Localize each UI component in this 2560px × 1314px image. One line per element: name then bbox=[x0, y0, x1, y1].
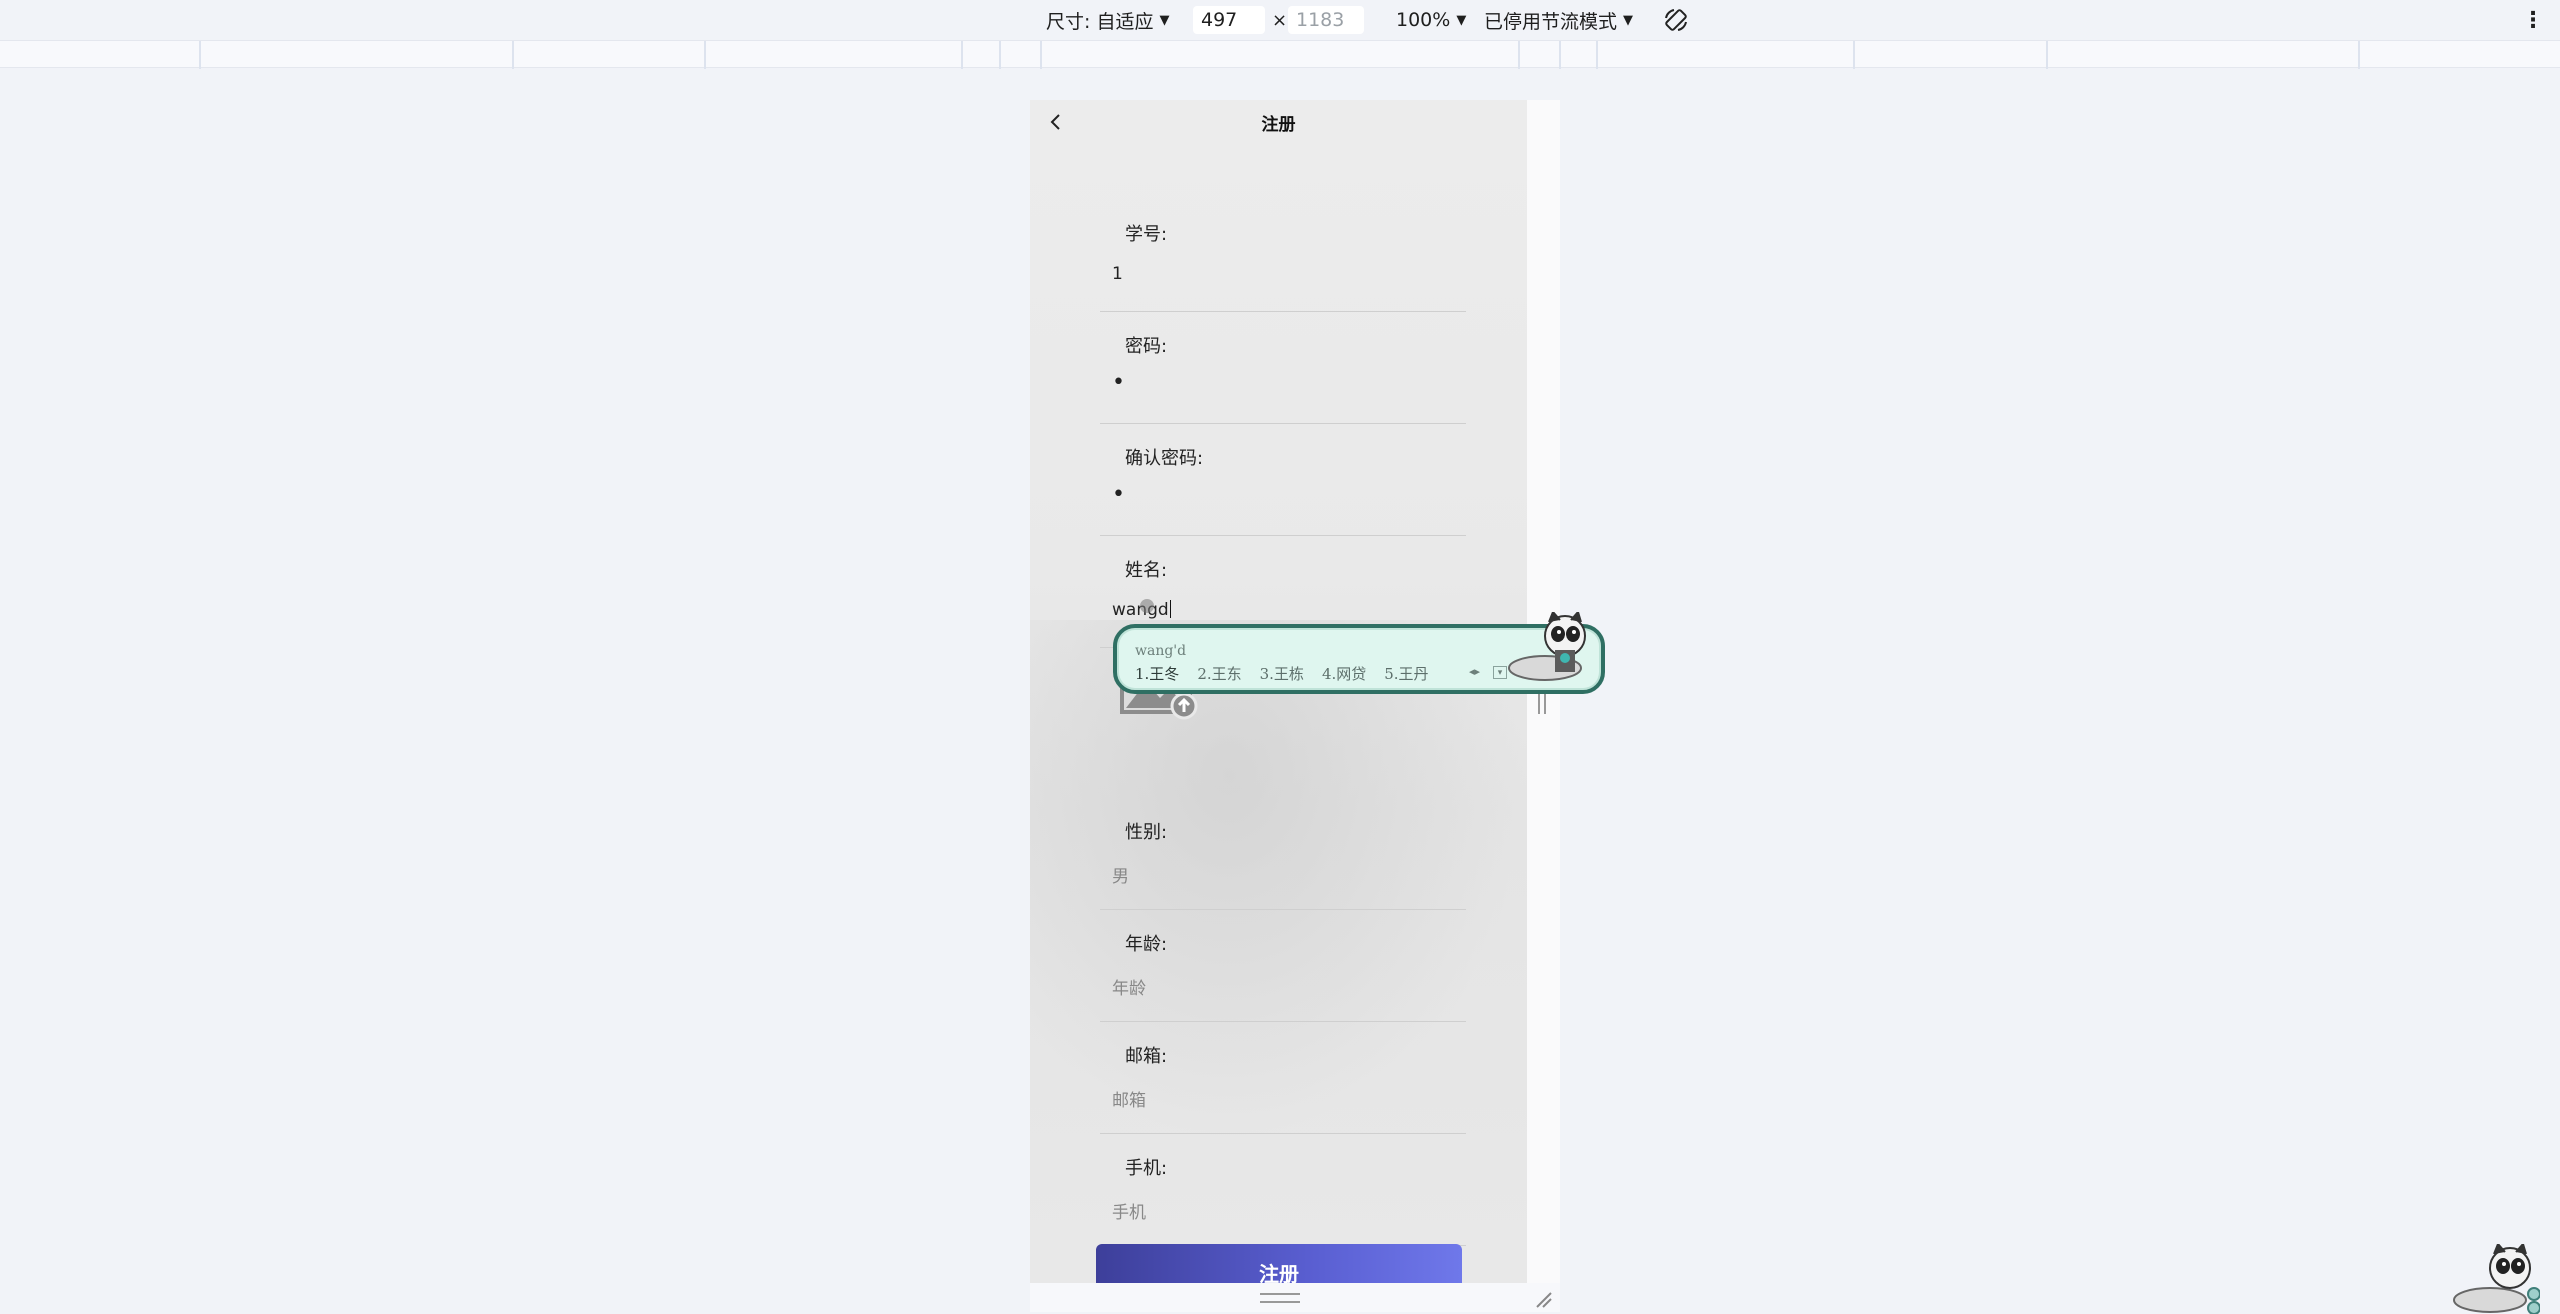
field-label: 姓名: bbox=[1125, 560, 1168, 581]
ruler-tick bbox=[1518, 41, 1520, 69]
zoom-dropdown[interactable]: 100% ▼ bbox=[1396, 0, 1466, 40]
confirm-password-input[interactable]: • bbox=[1112, 482, 1125, 507]
ruler-tick bbox=[1559, 41, 1561, 69]
ruler-tick bbox=[1040, 41, 1042, 69]
chevron-down-icon: ▼ bbox=[1159, 12, 1170, 28]
dimensions-label: 尺寸: 自适应 bbox=[1046, 10, 1154, 33]
zoom-label: 100% bbox=[1396, 9, 1451, 31]
media-query-bar[interactable] bbox=[0, 40, 2560, 69]
width-resize-handle[interactable] bbox=[1538, 694, 1546, 714]
ime-candidate[interactable]: 2.王东 bbox=[1197, 663, 1241, 684]
page-arrows-icon[interactable]: ◂▸ bbox=[1469, 665, 1480, 678]
ime-candidate[interactable]: 1.王冬 bbox=[1135, 663, 1179, 684]
confirm-password-field[interactable]: 确认密码: • bbox=[1100, 424, 1466, 536]
field-label: 密码: bbox=[1125, 336, 1168, 357]
gender-select[interactable]: 男 bbox=[1112, 862, 1129, 887]
resize-corner-icon[interactable] bbox=[1533, 1289, 1553, 1309]
text-cursor bbox=[1169, 600, 1171, 618]
rotate-button[interactable] bbox=[1662, 0, 1690, 40]
password-input[interactable]: • bbox=[1112, 370, 1125, 395]
device-toolbar: 尺寸: 自适应 ▼ 497 × 1183 100% ▼ 已停用节流模式 ▼ ⋮ bbox=[0, 0, 2560, 40]
mouse-pointer bbox=[1140, 599, 1154, 613]
ruler-tick bbox=[512, 41, 514, 69]
field-label: 确认密码: bbox=[1125, 448, 1204, 469]
throttle-dropdown[interactable]: 已停用节流模式 ▼ bbox=[1484, 0, 1633, 40]
ruler-tick bbox=[961, 41, 963, 69]
times-sign: × bbox=[1272, 9, 1288, 31]
email-input[interactable]: 邮箱 bbox=[1112, 1086, 1146, 1111]
page-title: 注册 bbox=[1261, 114, 1296, 135]
ime-candidate[interactable]: 3.王栋 bbox=[1260, 663, 1304, 684]
password-field[interactable]: 密码: • bbox=[1100, 312, 1466, 424]
ruler-tick bbox=[1596, 41, 1598, 69]
ime-candidate[interactable]: 5.王丹 bbox=[1384, 663, 1428, 684]
field-label: 学号: bbox=[1125, 224, 1168, 245]
email-field[interactable]: 邮箱: 邮箱 bbox=[1100, 1022, 1466, 1134]
ruler-tick bbox=[1853, 41, 1855, 69]
register-form: 学号: 1 密码: • 确认密码: • 姓名: wangd 性别: 男 bbox=[1100, 200, 1466, 1246]
dimensions-dropdown[interactable]: 尺寸: 自适应 ▼ bbox=[1046, 0, 1169, 40]
gender-field[interactable]: 性别: 男 bbox=[1100, 798, 1466, 910]
ime-tray-mascot-icon[interactable] bbox=[2450, 1244, 2540, 1314]
rotate-icon bbox=[1665, 9, 1687, 31]
chevron-down-icon: ▼ bbox=[1456, 12, 1467, 28]
ime-composition: wang'd bbox=[1135, 643, 1187, 659]
phone-input[interactable]: 手机 bbox=[1112, 1198, 1146, 1223]
field-label: 手机: bbox=[1125, 1158, 1168, 1179]
register-button[interactable]: 注册 bbox=[1096, 1244, 1462, 1283]
ime-candidate[interactable]: 4.网贷 bbox=[1322, 663, 1366, 684]
ruler-tick bbox=[2046, 41, 2048, 69]
student-id-field[interactable]: 学号: 1 bbox=[1100, 200, 1466, 312]
chevron-down-icon: ▼ bbox=[1623, 12, 1634, 28]
ruler-tick bbox=[704, 41, 706, 69]
student-id-input[interactable]: 1 bbox=[1112, 264, 1123, 284]
ime-mascot-icon bbox=[1508, 612, 1586, 681]
ruler-tick bbox=[199, 41, 201, 69]
ruler-tick bbox=[2358, 41, 2360, 69]
back-arrow-icon[interactable] bbox=[1044, 110, 1068, 134]
age-input[interactable]: 年龄 bbox=[1112, 974, 1146, 999]
throttle-label: 已停用节流模式 bbox=[1484, 10, 1618, 33]
height-resize-handle[interactable] bbox=[1260, 1293, 1300, 1303]
ime-candidate-list: 1.王冬 2.王东 3.王栋 4.网贷 5.王丹 bbox=[1135, 663, 1429, 684]
ruler-tick bbox=[999, 41, 1001, 69]
phone-field[interactable]: 手机: 手机 bbox=[1100, 1134, 1466, 1246]
more-options-button[interactable]: ⋮ bbox=[2522, 0, 2544, 40]
field-label: 性别: bbox=[1125, 822, 1168, 843]
age-field[interactable]: 年龄: 年龄 bbox=[1100, 910, 1466, 1022]
field-label: 年龄: bbox=[1125, 934, 1168, 955]
width-input[interactable]: 497 bbox=[1193, 6, 1265, 34]
nav-bar: 注册 bbox=[1030, 100, 1527, 144]
field-label: 邮箱: bbox=[1125, 1046, 1168, 1067]
height-input[interactable]: 1183 bbox=[1288, 6, 1364, 34]
